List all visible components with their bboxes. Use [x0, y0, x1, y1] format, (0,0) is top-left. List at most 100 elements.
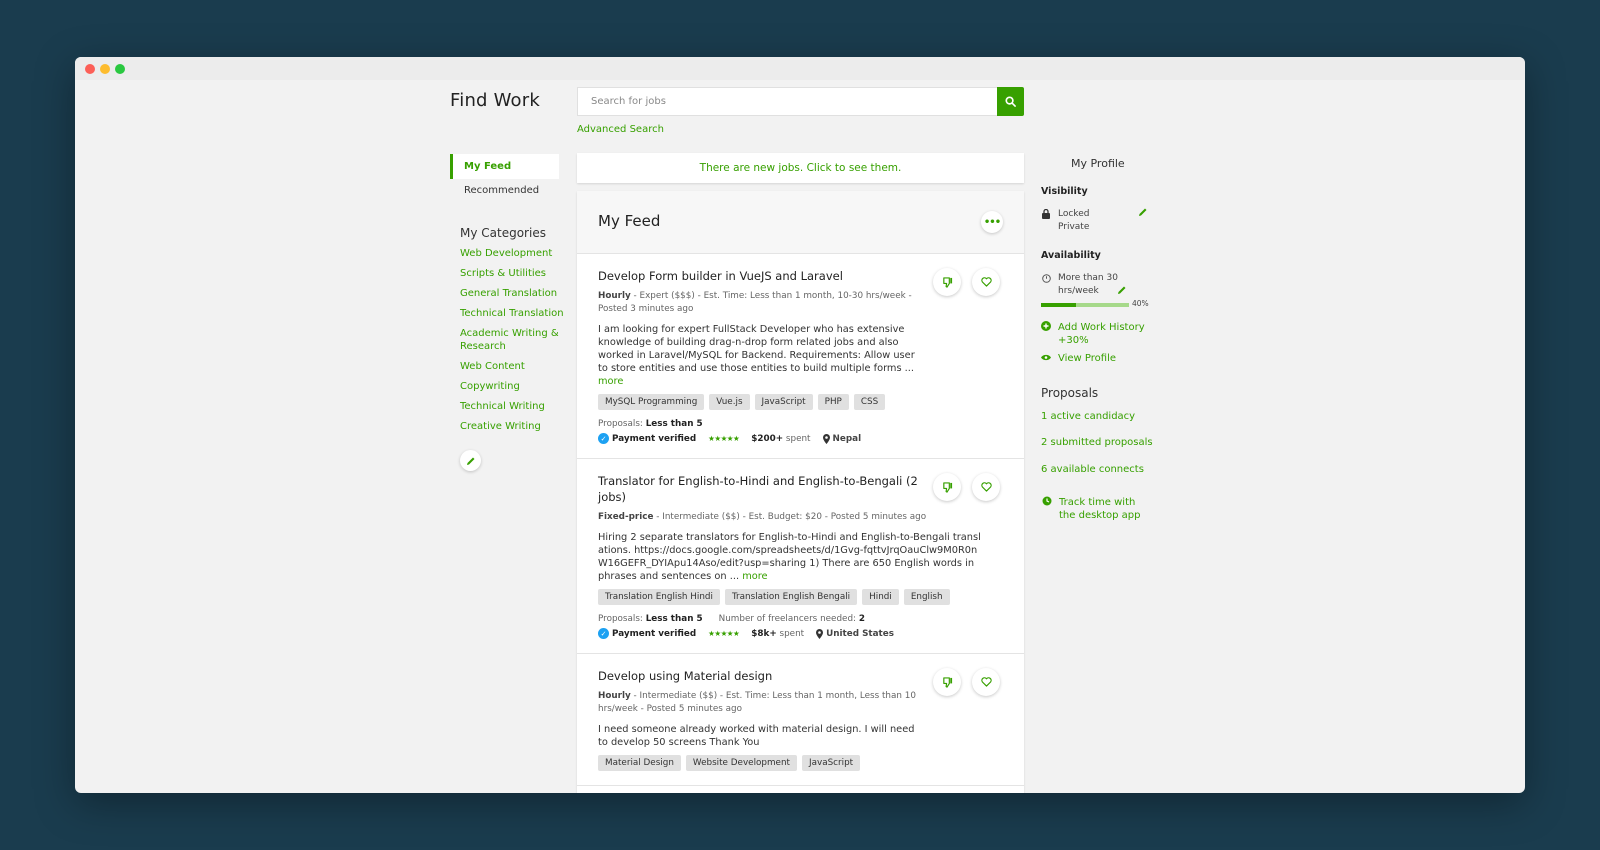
skill-tag[interactable]: JavaScript	[802, 755, 861, 771]
feed-options-button[interactable]: •••	[981, 211, 1003, 233]
thumbs-down-icon	[942, 276, 952, 288]
job-description-text: I need someone already worked with mater…	[598, 724, 915, 748]
skill-tag[interactable]: MySQL Programming	[598, 394, 705, 410]
add-work-history-link[interactable]: Add Work History +30%	[1058, 321, 1153, 347]
skill-tag[interactable]: English	[903, 589, 950, 605]
nav-recommended[interactable]: Recommended	[464, 185, 539, 196]
location-text: United States	[826, 628, 894, 639]
job-type: Fixed-price	[598, 512, 654, 522]
client-info: ✓ Payment verified ★★★★★ $200+ spent Nepa…	[598, 433, 1003, 444]
edit-visibility-pencil-icon[interactable]	[1138, 207, 1148, 217]
job-description: I am looking for expert FullStack Develo…	[598, 323, 918, 388]
category-academic-writing[interactable]: Academic Writing & Research	[460, 327, 565, 353]
lock-icon	[1042, 209, 1050, 219]
job-meta: Hourly - Intermediate ($$) - Est. Time: …	[598, 690, 918, 716]
category-scripts-utilities[interactable]: Scripts & Utilities	[460, 267, 565, 280]
rating-stars-icon: ★★★★★	[708, 434, 740, 443]
client-info: ✓ Payment verified ★★★★★ $8k+ spent Unite…	[598, 628, 1003, 639]
category-creative-writing[interactable]: Creative Writing	[460, 420, 565, 433]
job-card[interactable]: Translator for English-to-Hindi and Engl…	[577, 459, 1024, 654]
category-technical-translation[interactable]: Technical Translation	[460, 307, 565, 320]
skill-tag[interactable]: PHP	[817, 394, 849, 410]
maximize-window-button[interactable]	[115, 64, 125, 74]
job-title[interactable]: Develop Form builder in VueJS and Larave…	[598, 268, 918, 284]
freelancers-needed-count: 2	[858, 614, 865, 624]
payment-verified-text: Payment verified	[612, 433, 697, 444]
proposals-count: Less than 5	[645, 614, 703, 624]
submitted-proposals-link[interactable]: 2 submitted proposals	[1041, 436, 1153, 449]
spent-label: spent	[783, 433, 811, 444]
feed-panel: My Feed ••• Develop Form builder in VueJ…	[577, 191, 1024, 793]
feed-header: My Feed •••	[577, 191, 1024, 254]
eye-icon	[1041, 354, 1051, 361]
skill-tag[interactable]: JavaScript	[754, 394, 813, 410]
client-location: Nepal	[822, 433, 862, 444]
category-web-content[interactable]: Web Content	[460, 360, 565, 373]
dislike-job-button[interactable]	[933, 473, 961, 501]
titlebar	[75, 57, 1525, 80]
save-job-button[interactable]	[972, 268, 1000, 296]
job-title[interactable]: Translator for English-to-Hindi and Engl…	[598, 473, 918, 505]
search-placeholder: Search for jobs	[591, 96, 666, 107]
profile-completeness-percent: 40%	[1132, 299, 1149, 308]
location-pin-icon	[822, 433, 830, 444]
available-connects-link[interactable]: 6 available connects	[1041, 463, 1144, 476]
heart-icon	[980, 277, 992, 287]
job-card[interactable]: Develop Form builder in VueJS and Larave…	[577, 254, 1024, 459]
app-window: Find Work Search for jobs Advanced Searc…	[75, 57, 1525, 793]
thumbs-down-icon	[942, 481, 952, 493]
skill-tag[interactable]: Translation English Bengali	[724, 589, 858, 605]
job-type: Hourly	[598, 691, 631, 701]
job-details: - Intermediate ($$) - Est. Time: Less th…	[598, 691, 916, 714]
nav-my-feed[interactable]: My Feed	[450, 154, 559, 179]
client-location: United States	[816, 628, 894, 639]
save-job-button[interactable]	[972, 473, 1000, 501]
categories-list: Web Development Scripts & Utilities Gene…	[460, 247, 565, 440]
location-text: Nepal	[832, 433, 862, 444]
job-title[interactable]: Develop using Material design	[598, 668, 918, 684]
timer-icon	[1042, 496, 1052, 506]
track-time-link[interactable]: Track time with the desktop app	[1059, 496, 1154, 522]
job-card[interactable]: Develop using Material design Hourly - I…	[577, 654, 1024, 786]
new-jobs-banner[interactable]: There are new jobs. Click to see them.	[577, 153, 1024, 183]
save-job-button[interactable]	[972, 668, 1000, 696]
profile-completeness-bar	[1041, 303, 1129, 307]
client-spent: $200+ spent	[751, 434, 810, 444]
job-tags: MySQL Programming Vue.js JavaScript PHP …	[598, 394, 1003, 410]
category-copywriting[interactable]: Copywriting	[460, 380, 565, 393]
dislike-job-button[interactable]	[933, 268, 961, 296]
skill-tag[interactable]: CSS	[853, 394, 886, 410]
skill-tag[interactable]: Vue.js	[709, 394, 750, 410]
view-profile-link[interactable]: View Profile	[1058, 352, 1116, 365]
minimize-window-button[interactable]	[100, 64, 110, 74]
active-candidacy-link[interactable]: 1 active candidacy	[1041, 410, 1135, 423]
close-window-button[interactable]	[85, 64, 95, 74]
skill-tag[interactable]: Website Development	[685, 755, 797, 771]
location-pin-icon	[816, 628, 824, 639]
dislike-job-button[interactable]	[933, 668, 961, 696]
spent-amount: $200+	[751, 433, 784, 444]
more-link[interactable]: more	[598, 376, 623, 387]
skill-tag[interactable]: Material Design	[598, 755, 681, 771]
job-meta: Hourly - Expert ($$$) - Est. Time: Less …	[598, 290, 918, 316]
feed-title: My Feed	[598, 212, 661, 230]
edit-categories-button[interactable]	[460, 450, 481, 471]
profile-completeness-fill	[1041, 303, 1077, 307]
job-description: I need someone already worked with mater…	[598, 723, 918, 749]
advanced-search-link[interactable]: Advanced Search	[577, 124, 664, 135]
category-general-translation[interactable]: General Translation	[460, 287, 565, 300]
job-details: - Expert ($$$) - Est. Time: Less than 1 …	[598, 291, 912, 314]
rating-stars-icon: ★★★★★	[708, 629, 740, 638]
skill-tag[interactable]: Hindi	[862, 589, 899, 605]
clock-icon	[1042, 274, 1051, 283]
search-input[interactable]: Search for jobs	[577, 87, 998, 116]
skill-tag[interactable]: Translation English Hindi	[598, 589, 720, 605]
category-web-development[interactable]: Web Development	[460, 247, 565, 260]
category-technical-writing[interactable]: Technical Writing	[460, 400, 565, 413]
visibility-value: Private	[1058, 222, 1090, 232]
search-button[interactable]	[997, 87, 1024, 116]
payment-verified-text: Payment verified	[612, 628, 697, 639]
edit-availability-pencil-icon[interactable]	[1117, 285, 1127, 295]
client-spent: $8k+ spent	[751, 629, 804, 639]
more-link[interactable]: more	[742, 571, 767, 582]
